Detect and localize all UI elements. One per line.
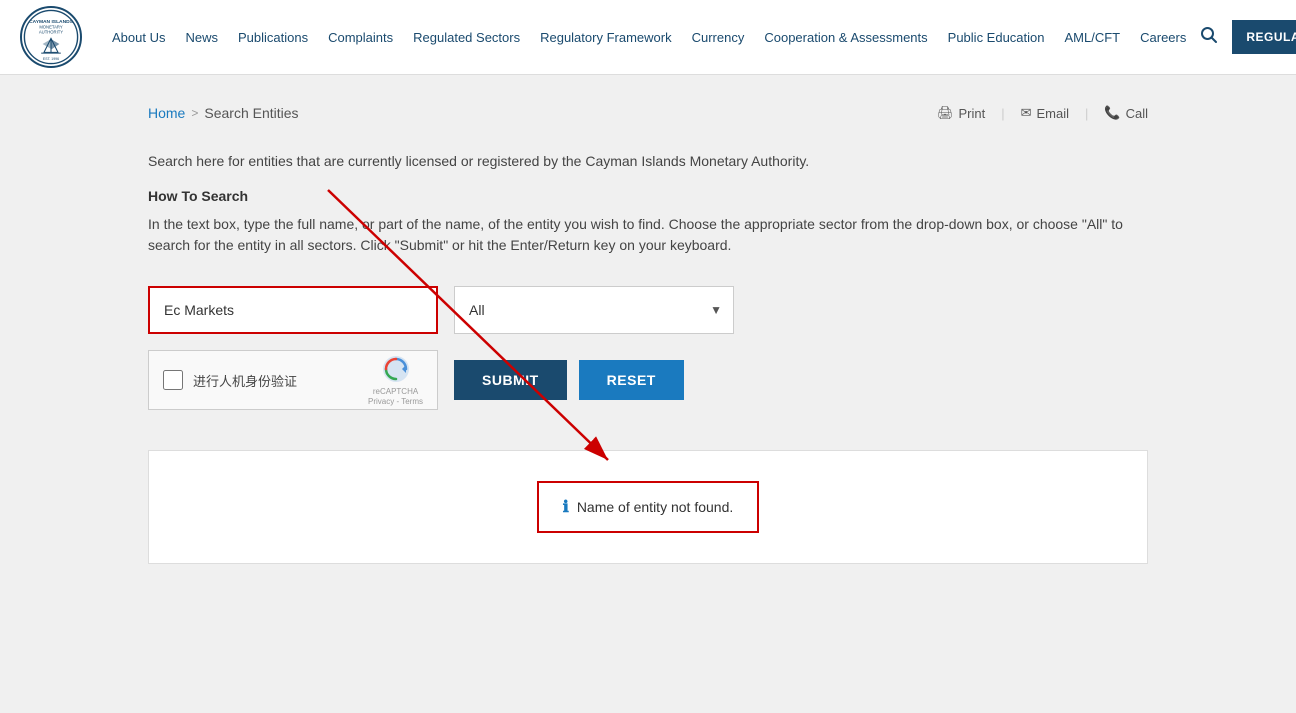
email-label: Email (1037, 106, 1070, 121)
how-to-body: In the text box, type the full name, or … (148, 214, 1148, 256)
nav-aml-cft[interactable]: AML/CFT (1055, 30, 1131, 45)
not-found-box: ℹ Name of entity not found. (537, 481, 760, 533)
search-form: All Banking Insurance Securities ▼ 进行人机身… (148, 286, 1148, 410)
nav-about-us[interactable]: About Us (102, 30, 175, 45)
form-buttons: SUBMIT RESET (454, 360, 684, 400)
nav-news[interactable]: News (175, 30, 228, 45)
nav-cooperation-assessments[interactable]: Cooperation & Assessments (754, 30, 937, 45)
call-icon: 📞 (1104, 105, 1120, 121)
regulated-entities-button[interactable]: REGULATED ENTITIES (1232, 20, 1296, 54)
reset-button[interactable]: RESET (579, 360, 684, 400)
print-label: Print (958, 106, 985, 121)
svg-text:AUTHORITY: AUTHORITY (39, 30, 63, 35)
nav-regulated-sectors[interactable]: Regulated Sectors (403, 30, 530, 45)
navbar: CAYMAN ISLANDS MONETARY AUTHORITY EST. 1… (0, 0, 1296, 75)
entity-search-input[interactable] (148, 286, 438, 334)
sector-select-wrapper: All Banking Insurance Securities ▼ (454, 286, 734, 334)
svg-text:EST. 1996: EST. 1996 (43, 57, 59, 61)
bc-sep-1: | (1001, 106, 1004, 121)
nav-careers[interactable]: Careers (1130, 30, 1196, 45)
main-content: Home > Search Entities 🖨 Print | ✉ Email… (128, 75, 1168, 624)
nav-currency[interactable]: Currency (682, 30, 755, 45)
nav-links: About Us News Publications Complaints Re… (102, 30, 1196, 45)
captcha-checkbox[interactable] (163, 370, 183, 390)
result-area: ℹ Name of entity not found. (148, 450, 1148, 564)
bc-sep-2: | (1085, 106, 1088, 121)
recaptcha-logo: reCAPTCHAPrivacy - Terms (368, 353, 423, 406)
page-description: Search here for entities that are curren… (148, 151, 1148, 172)
search-icon (1200, 26, 1218, 44)
breadcrumb-separator: > (191, 106, 198, 120)
how-to-title: How To Search (148, 188, 1148, 204)
email-icon: ✉ (1021, 105, 1032, 121)
result-section: ℹ Name of entity not found. (148, 450, 1148, 564)
search-input-wrapper (148, 286, 438, 334)
logo-circle: CAYMAN ISLANDS MONETARY AUTHORITY EST. 1… (20, 6, 82, 68)
sector-select[interactable]: All Banking Insurance Securities (454, 286, 734, 334)
print-icon: 🖨 (937, 105, 954, 121)
nav-publications[interactable]: Publications (228, 30, 318, 45)
submit-button[interactable]: SUBMIT (454, 360, 567, 400)
call-label: Call (1126, 106, 1148, 121)
search-input-row: All Banking Insurance Securities ▼ (148, 286, 1148, 334)
email-action[interactable]: ✉ Email (1021, 105, 1069, 121)
logo-area[interactable]: CAYMAN ISLANDS MONETARY AUTHORITY EST. 1… (20, 6, 82, 68)
breadcrumb-current-page: Search Entities (204, 105, 298, 121)
recaptcha-text: reCAPTCHAPrivacy - Terms (368, 387, 423, 406)
info-icon: ℹ (563, 497, 569, 517)
captcha-label: 进行人机身份验证 (193, 371, 358, 390)
nav-right: REGULATED ENTITIES (1196, 20, 1296, 54)
nav-regulatory-framework[interactable]: Regulatory Framework (530, 30, 682, 45)
captcha-row: 进行人机身份验证 reCAPTCHAPrivacy - Terms SUBMIT… (148, 350, 1148, 410)
nav-public-education[interactable]: Public Education (938, 30, 1055, 45)
call-action[interactable]: 📞 Call (1104, 105, 1148, 121)
breadcrumb: Home > Search Entities 🖨 Print | ✉ Email… (148, 105, 1148, 121)
breadcrumb-home-link[interactable]: Home (148, 105, 185, 121)
captcha-box: 进行人机身份验证 reCAPTCHAPrivacy - Terms (148, 350, 438, 410)
breadcrumb-actions: 🖨 Print | ✉ Email | 📞 Call (937, 105, 1148, 121)
search-icon-button[interactable] (1196, 22, 1222, 53)
not-found-text: Name of entity not found. (577, 499, 733, 515)
breadcrumb-left: Home > Search Entities (148, 105, 299, 121)
recaptcha-icon (380, 353, 412, 385)
nav-complaints[interactable]: Complaints (318, 30, 403, 45)
print-action[interactable]: 🖨 Print (937, 105, 985, 121)
